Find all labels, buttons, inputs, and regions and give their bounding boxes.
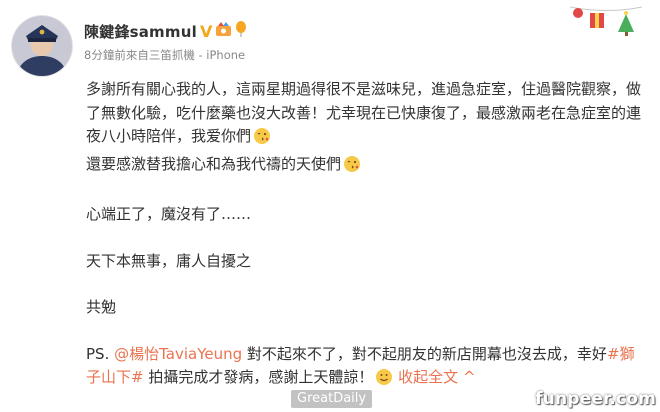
post-ps: PS. @楊怡TaviaYeung 對不起來不了，對不起朋友的新店開幕也沒去成，… xyxy=(86,343,646,394)
username[interactable]: 陳鍵鋒sammul xyxy=(84,21,197,42)
watermark: GreatDaily xyxy=(291,390,373,408)
smile-emoji-icon xyxy=(375,368,393,394)
verified-v-badge[interactable]: V xyxy=(200,22,212,41)
site-watermark: funpeer.com xyxy=(535,389,656,409)
mention-link[interactable]: @楊怡TaviaYeung xyxy=(114,345,242,363)
avatar[interactable] xyxy=(12,16,72,76)
member-badge-icon[interactable] xyxy=(215,21,232,41)
balloon-icon[interactable] xyxy=(235,20,247,42)
collapse-full-text-link[interactable]: 收起全文 ^ xyxy=(398,368,475,386)
post-line-3: 心端正了，魔沒有了…… xyxy=(86,205,252,223)
chevron-up-icon: ^ xyxy=(462,368,476,386)
kiss-emoji-icon xyxy=(253,127,271,153)
post-meta: 8分鐘前來自三笛抓機 - iPhone xyxy=(84,48,246,62)
post-paragraph-1: 多謝所有關心我的人，這兩星期過得很不是滋味兒，進過急症室，住過醫院觀察，做了無數… xyxy=(86,78,646,153)
post-line-5: 共勉 xyxy=(86,298,117,316)
post-content: 多謝所有關心我的人，這兩星期過得很不是滋味兒，進過急症室，住過醫院觀察，做了無數… xyxy=(86,78,646,394)
post-paragraph-2: 還要感激替我擔心和為我代禱的天使們 xyxy=(86,153,646,181)
christmas-decoration xyxy=(569,4,643,38)
avatar-photo xyxy=(12,16,72,76)
post-line-4: 天下本無事，庸人自擾之 xyxy=(86,251,252,270)
kiss-emoji-icon xyxy=(343,155,361,181)
